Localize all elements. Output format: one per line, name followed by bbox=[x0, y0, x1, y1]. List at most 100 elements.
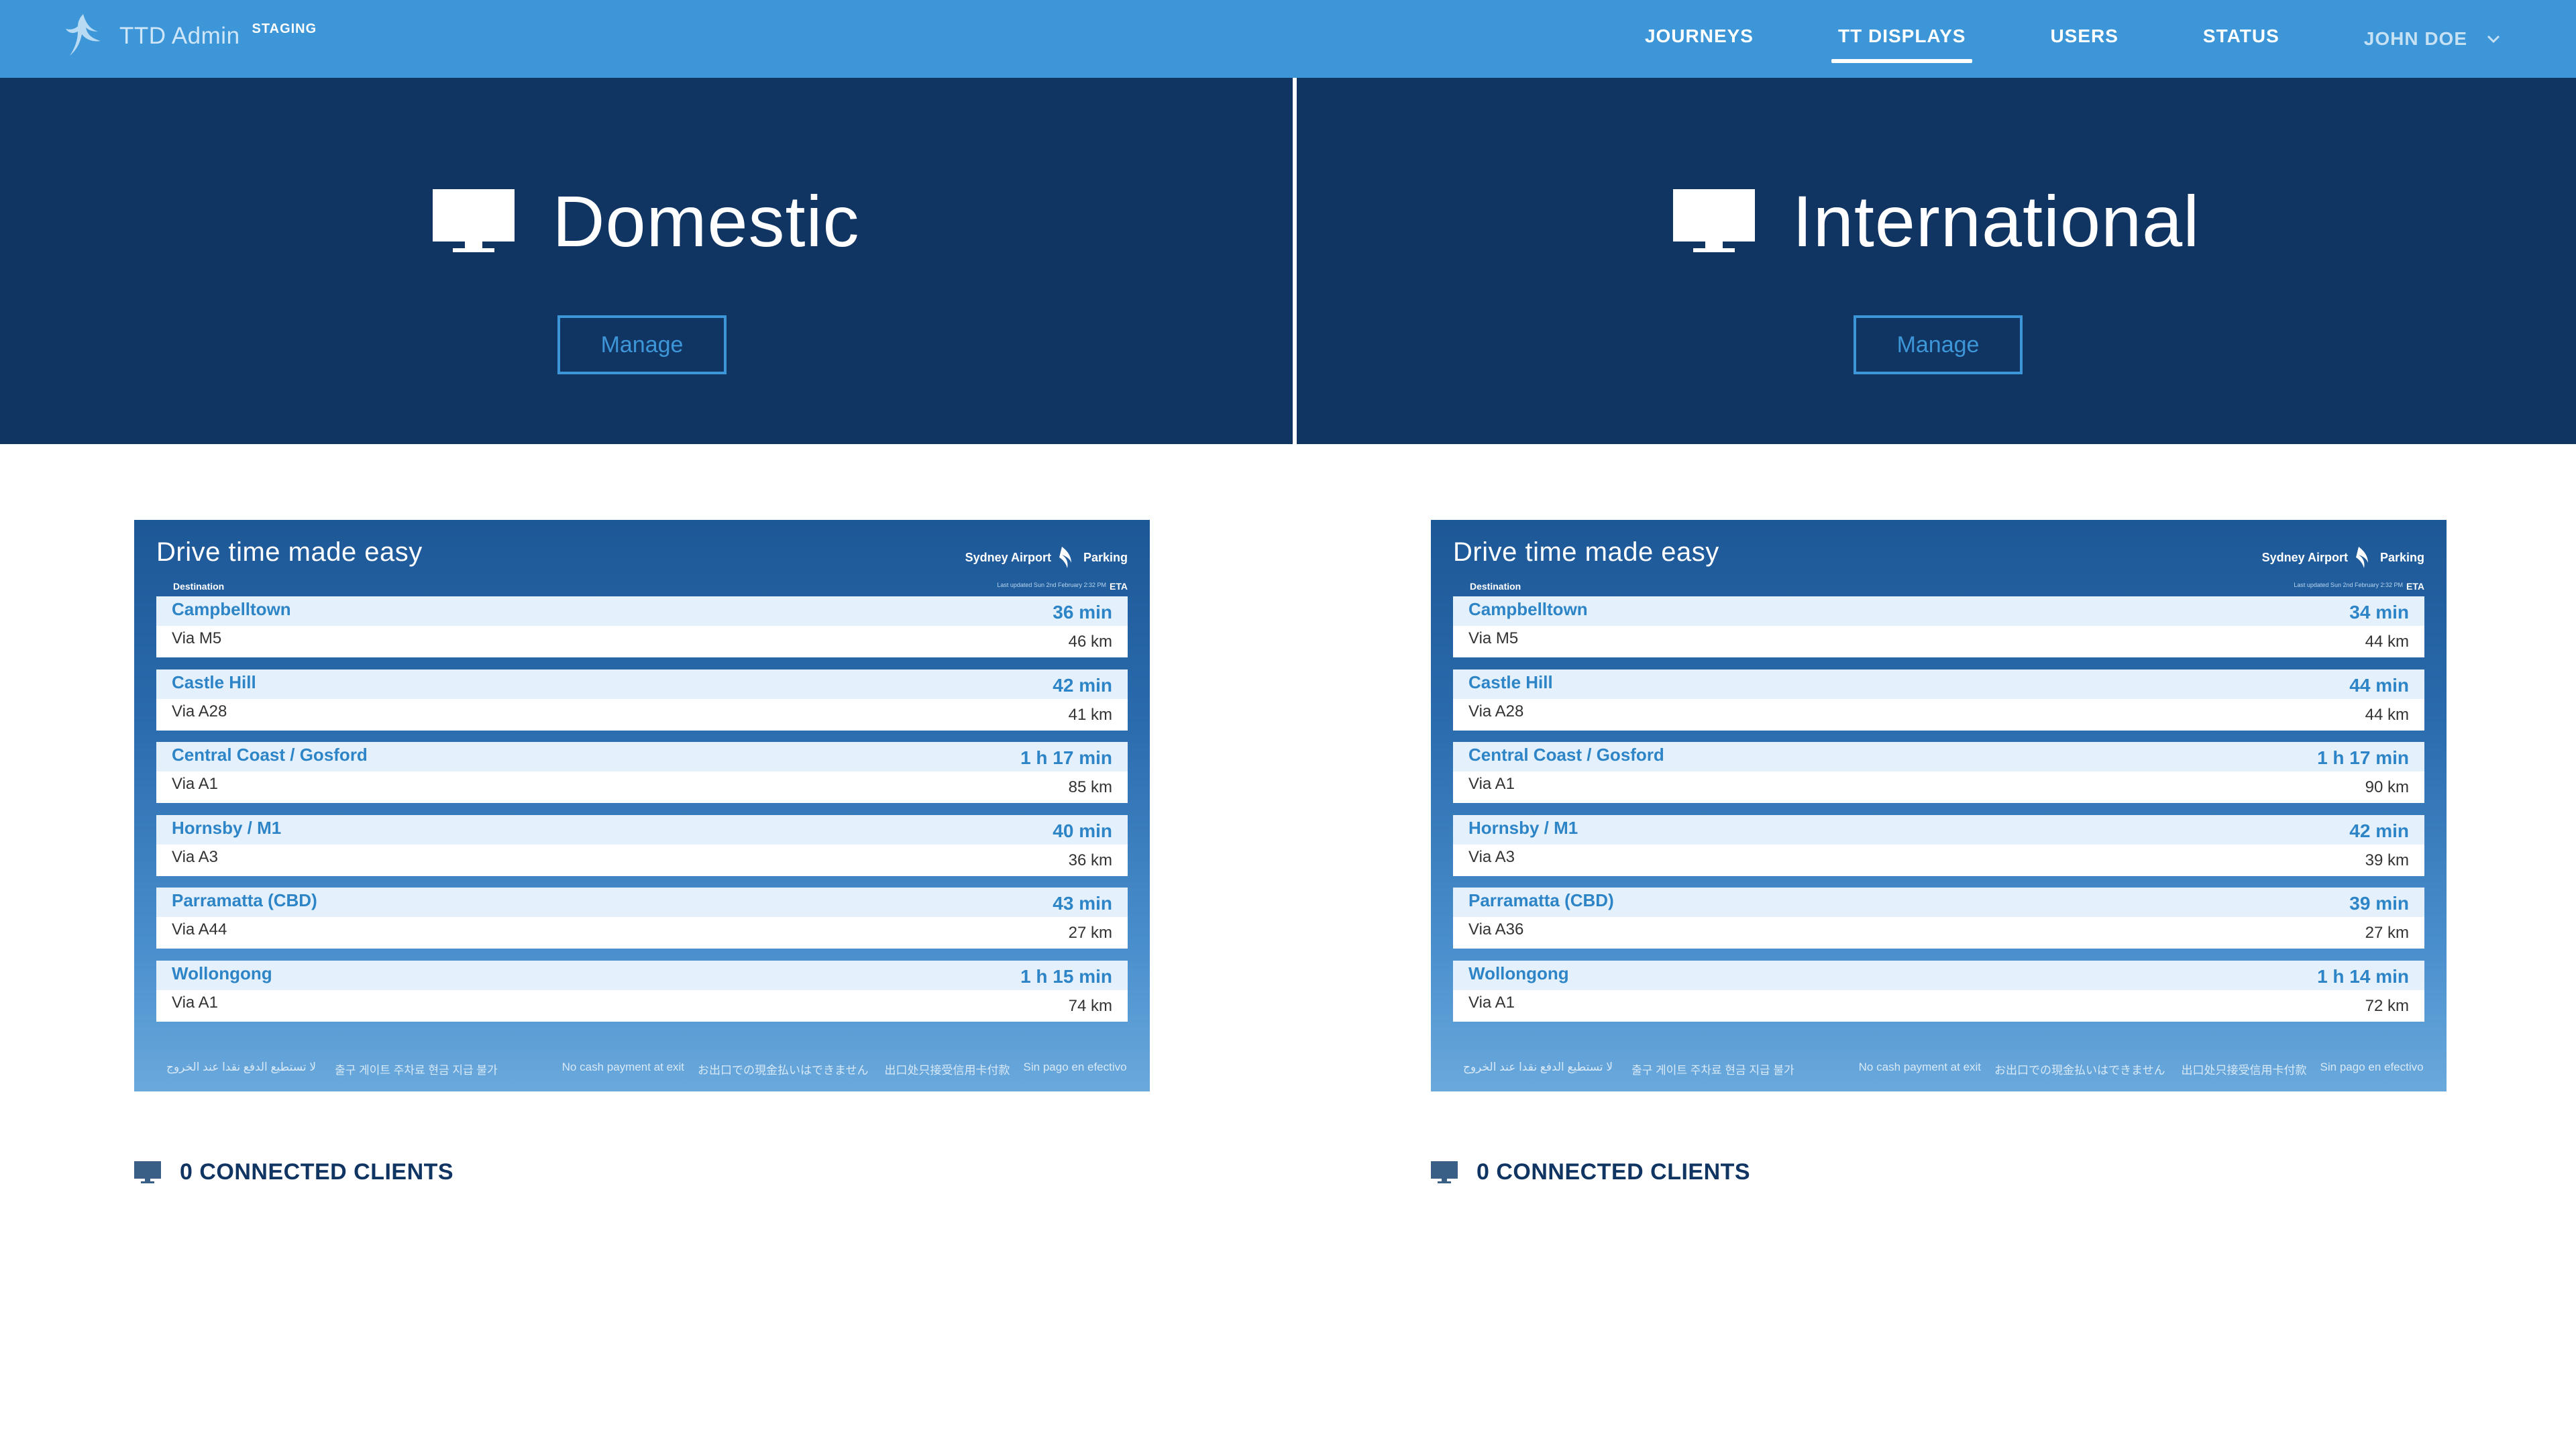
sydney-airport-parking-logo: Sydney Airport Parking bbox=[2262, 545, 2424, 570]
journey-destination: Wollongong bbox=[172, 963, 272, 983]
journey-destination: Parramatta (CBD) bbox=[1468, 890, 1614, 910]
display-hero-domestic: Domestic Manage bbox=[0, 78, 1293, 444]
journey-distance: 90 km bbox=[2365, 778, 2409, 796]
journey-destination: Hornsby / M1 bbox=[172, 817, 282, 838]
environment-badge: STAGING bbox=[252, 21, 317, 36]
destination-header: Destination bbox=[1470, 581, 1521, 592]
hero-title: Domestic bbox=[0, 185, 1293, 258]
eta-header: ETA bbox=[1110, 581, 1128, 592]
journey-list: Campbelltown 34 min Via M5 44 km Castle … bbox=[1453, 596, 2424, 1033]
journey-via: Via A36 bbox=[1468, 920, 1524, 938]
notice-spanish: Sin pago en efectivo a la salida bbox=[2320, 1061, 2424, 1073]
journey-destination: Central Coast / Gosford bbox=[172, 745, 368, 765]
journey-time: 43 min bbox=[1053, 893, 1112, 914]
journey-time: 44 min bbox=[2349, 674, 2409, 696]
payment-notice: لا تستطيع الدفع نقدا عند الخروج 출구 게이트 주… bbox=[1463, 1061, 2424, 1078]
brand[interactable]: TTD Admin STAGING bbox=[63, 9, 317, 63]
journey-destination: Central Coast / Gosford bbox=[1468, 745, 1664, 765]
brand-left: Sydney Airport bbox=[2261, 550, 2348, 564]
display-name: International bbox=[1792, 180, 2200, 262]
notice-korean: 출구 게이트 주차료 현금 지급 불가 bbox=[1631, 1064, 1794, 1077]
journey-distance: 39 km bbox=[2365, 851, 2409, 869]
journey-time: 39 min bbox=[2349, 893, 2409, 914]
journey-destination: Campbelltown bbox=[1468, 599, 1588, 619]
journey-via: Via A1 bbox=[1468, 993, 1515, 1012]
brand-right: Parking bbox=[2379, 550, 2424, 564]
journey-row: Central Coast / Gosford 1 h 17 min Via A… bbox=[1453, 742, 2424, 803]
notice-english: No cash payment at exit bbox=[561, 1061, 685, 1073]
notice-chinese: 出口处只接受信用卡付款 bbox=[2181, 1064, 2307, 1077]
journey-distance: 36 km bbox=[1068, 851, 1112, 869]
manage-button[interactable]: Manage bbox=[557, 315, 727, 374]
journey-row: Campbelltown 34 min Via M5 44 km bbox=[1453, 596, 2424, 657]
journey-destination: Wollongong bbox=[1468, 963, 1569, 983]
journey-destination: Castle Hill bbox=[172, 672, 256, 692]
notice-arabic: لا تستطيع الدفع نقدا عند الخروج bbox=[1463, 1061, 1613, 1073]
journey-distance: 27 km bbox=[2365, 924, 2409, 942]
sydney-airport-parking-logo: Sydney Airport Parking bbox=[965, 545, 1128, 570]
clients-count: 0 CONNECTED CLIENTS bbox=[180, 1159, 454, 1185]
journey-row: Hornsby / M1 42 min Via A3 39 km bbox=[1453, 814, 2424, 876]
journey-via: Via A1 bbox=[172, 775, 218, 793]
journey-row: Campbelltown 36 min Via M5 46 km bbox=[156, 596, 1128, 657]
journey-time: 1 h 17 min bbox=[1020, 747, 1112, 768]
journey-time: 36 min bbox=[1053, 602, 1112, 623]
bird-logo-icon bbox=[66, 14, 101, 56]
journey-distance: 27 km bbox=[1068, 924, 1112, 942]
connected-clients-international: 0 CONNECTED CLIENTS bbox=[1431, 1159, 1750, 1185]
manage-button[interactable]: Manage bbox=[1854, 315, 2023, 374]
eta-header: ETA bbox=[2406, 581, 2424, 592]
nav-users[interactable]: USERS bbox=[2050, 0, 2118, 78]
top-navbar: TTD Admin STAGING JOURNEYS TT DISPLAYS U… bbox=[0, 0, 2576, 78]
journey-time: 1 h 15 min bbox=[1020, 965, 1112, 987]
journey-time: 42 min bbox=[1053, 674, 1112, 696]
monitor-icon bbox=[134, 1161, 161, 1183]
app-title: TTD Admin bbox=[119, 23, 240, 49]
last-updated: Last updated Sun 2nd February 2:32 PM bbox=[997, 582, 1106, 588]
journey-distance: 72 km bbox=[2365, 996, 2409, 1015]
journey-time: 1 h 14 min bbox=[2317, 965, 2409, 987]
notice-english: No cash payment at exit bbox=[1858, 1061, 1982, 1073]
user-menu[interactable]: JOHN DOE bbox=[2364, 28, 2501, 50]
wing-logo-icon bbox=[2355, 547, 2368, 568]
clients-count: 0 CONNECTED CLIENTS bbox=[1477, 1159, 1751, 1185]
journey-row: Wollongong 1 h 14 min Via A1 72 km bbox=[1453, 960, 2424, 1022]
journey-via: Via M5 bbox=[172, 629, 222, 647]
board-headline: Drive time made easy bbox=[1453, 537, 1719, 567]
journey-time: 1 h 17 min bbox=[2317, 747, 2409, 768]
display-name: Domestic bbox=[552, 180, 860, 262]
display-preview-domestic: Drive time made easy Sydney Airport Park… bbox=[134, 520, 1150, 1091]
journey-via: Via A3 bbox=[172, 847, 218, 866]
monitor-icon bbox=[1431, 1161, 1458, 1183]
journey-distance: 74 km bbox=[1068, 996, 1112, 1015]
display-preview-international: Drive time made easy Sydney Airport Park… bbox=[1431, 520, 2447, 1091]
journey-row: Central Coast / Gosford 1 h 17 min Via A… bbox=[156, 742, 1128, 803]
nav-status[interactable]: STATUS bbox=[2203, 0, 2279, 78]
journey-destination: Castle Hill bbox=[1468, 672, 1553, 692]
journey-row: Parramatta (CBD) 39 min Via A36 27 km bbox=[1453, 888, 2424, 949]
brand-left: Sydney Airport bbox=[965, 550, 1051, 564]
destination-header: Destination bbox=[173, 581, 225, 592]
nav-tt-displays[interactable]: TT DISPLAYS bbox=[1831, 0, 1973, 78]
notice-japanese: お出口での現金払いはできません bbox=[698, 1064, 869, 1077]
last-updated: Last updated Sun 2nd February 2:32 PM bbox=[2294, 582, 2403, 588]
journey-list: Campbelltown 36 min Via M5 46 km Castle … bbox=[156, 596, 1128, 1033]
notice-japanese: お出口での現金払いはできません bbox=[1994, 1064, 2165, 1077]
notice-korean: 출구 게이트 주차료 현금 지급 불가 bbox=[335, 1064, 498, 1077]
journey-distance: 41 km bbox=[1068, 705, 1112, 724]
board-headline: Drive time made easy bbox=[156, 537, 423, 567]
notice-arabic: لا تستطيع الدفع نقدا عند الخروج bbox=[166, 1061, 317, 1073]
journey-row: Castle Hill 42 min Via A28 41 km bbox=[156, 669, 1128, 731]
journey-via: Via A28 bbox=[172, 702, 227, 720]
journey-time: 42 min bbox=[2349, 820, 2409, 841]
journey-time: 34 min bbox=[2349, 602, 2409, 623]
journey-row: Hornsby / M1 40 min Via A3 36 km bbox=[156, 814, 1128, 876]
journey-row: Castle Hill 44 min Via A28 44 km bbox=[1453, 669, 2424, 731]
brand-right: Parking bbox=[1083, 550, 1128, 564]
journey-via: Via M5 bbox=[1468, 629, 1519, 647]
journey-via: Via A28 bbox=[1468, 702, 1524, 720]
hero-title: International bbox=[1297, 185, 2576, 258]
notice-chinese: 出口处只接受信用卡付款 bbox=[884, 1064, 1010, 1077]
nav-journeys[interactable]: JOURNEYS bbox=[1645, 0, 1754, 78]
user-name: JOHN DOE bbox=[2363, 28, 2467, 49]
